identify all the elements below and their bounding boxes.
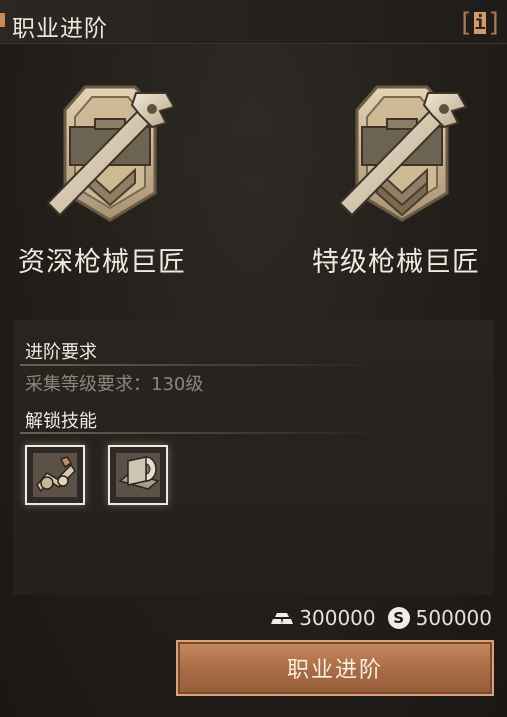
next-class-name: 特级枪械巨匠: [312, 247, 480, 278]
title-marker: [0, 13, 5, 27]
requirements-title: 进阶要求: [25, 342, 97, 363]
level-requirement: 采集等级要求：130级: [25, 374, 204, 395]
current-class-name: 资深枪械巨匠: [18, 247, 186, 278]
divider: [20, 364, 380, 366]
arrow-right-icon: [180, 108, 320, 202]
mechanical-parts-skill-icon: [33, 453, 77, 497]
metal-roll-skill-icon: [116, 453, 160, 497]
skill-slot-mechanical-parts[interactable]: [25, 445, 85, 505]
skills-title: 解锁技能: [25, 411, 97, 432]
ingot-icon: [271, 613, 294, 624]
material-cost: 300000: [299, 606, 376, 630]
skill-slot-metal-roll[interactable]: [108, 445, 168, 505]
current-class-icon: [40, 75, 180, 225]
next-class-icon: [332, 75, 472, 225]
divider: [20, 432, 380, 434]
title-bar: 职业进阶 [ i ]: [0, 0, 507, 44]
page-title: 职业进阶: [12, 16, 108, 42]
info-icon: i: [474, 12, 486, 34]
cost-row: 300000 S 500000: [271, 605, 492, 631]
currency-cost: 500000: [415, 606, 492, 630]
class-advance-panel: 职业进阶 [ i ] 资深枪械巨匠 特级枪械巨匠 进阶要求 采集等级要求：130…: [0, 0, 507, 717]
info-button[interactable]: [ i ]: [458, 8, 503, 38]
advance-button[interactable]: 职业进阶: [176, 640, 494, 696]
silver-coin-icon: S: [387, 607, 410, 629]
